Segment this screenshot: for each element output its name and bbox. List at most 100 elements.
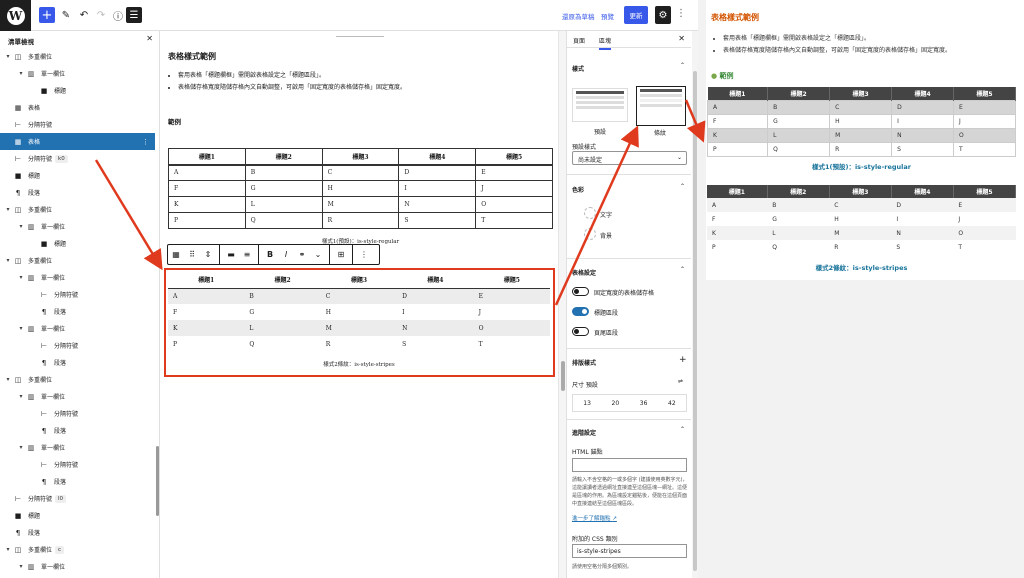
plus-icon[interactable]: + bbox=[679, 355, 687, 365]
table-header-cell[interactable]: 標題1 bbox=[707, 87, 769, 100]
chevron-down-icon[interactable]: ▾ bbox=[17, 274, 25, 281]
chevron-down-icon[interactable]: ▾ bbox=[4, 376, 12, 383]
text-align-icon[interactable]: ≡ bbox=[239, 250, 255, 259]
scrollbar-thumb[interactable] bbox=[693, 71, 697, 571]
chevron-up-icon[interactable]: ⌃ bbox=[680, 62, 685, 69]
table-cell[interactable]: T bbox=[953, 141, 1016, 157]
default-style-select[interactable]: 尚未設定 ⌄ bbox=[572, 151, 687, 165]
list-view-item[interactable]: ■ 標題 bbox=[0, 235, 155, 252]
table-cell[interactable]: N bbox=[398, 196, 477, 213]
table-cell[interactable]: D bbox=[891, 99, 955, 115]
italic-icon[interactable]: I bbox=[278, 250, 294, 259]
table-cell[interactable]: R bbox=[829, 240, 891, 254]
chevron-down-icon[interactable]: ⌄ bbox=[310, 250, 326, 259]
font-size-option[interactable]: 36 bbox=[640, 400, 648, 407]
table-cell[interactable]: B bbox=[767, 99, 831, 115]
table-cell[interactable]: O bbox=[953, 127, 1016, 143]
close-icon[interactable]: ✕ bbox=[146, 34, 153, 43]
more-options-icon[interactable]: ⋮ bbox=[356, 250, 372, 259]
font-size-option[interactable]: 13 bbox=[583, 400, 591, 407]
table-cell[interactable]: O bbox=[953, 226, 1016, 240]
table-cell[interactable]: R bbox=[829, 141, 893, 157]
color-text-label[interactable]: 文字 bbox=[600, 210, 612, 219]
style-option-stripes[interactable] bbox=[636, 86, 686, 126]
table-header-cell[interactable]: 標題2 bbox=[767, 87, 831, 100]
table-header-cell[interactable]: 標題2 bbox=[244, 148, 323, 166]
chevron-down-icon[interactable]: ▾ bbox=[17, 70, 25, 77]
list-view-item[interactable]: ▾ ◫ 多重欄位 c bbox=[0, 541, 155, 558]
table-cell[interactable]: Q bbox=[244, 212, 323, 229]
table-cell[interactable]: C bbox=[829, 198, 892, 212]
table-cell[interactable]: T bbox=[475, 212, 553, 229]
list-view-item[interactable]: ■ 標題 bbox=[0, 167, 155, 184]
info-icon[interactable]: ⓘ bbox=[110, 7, 126, 23]
chevron-down-icon[interactable]: ▾ bbox=[17, 444, 25, 451]
table-header-cell[interactable]: 標題5 bbox=[953, 87, 1016, 100]
table-icon[interactable]: ▦ bbox=[168, 250, 184, 259]
table-cell[interactable]: C bbox=[321, 164, 400, 181]
background-color-swatch[interactable] bbox=[584, 228, 596, 240]
pencil-icon[interactable]: ✎ bbox=[58, 7, 74, 23]
more-options-icon[interactable]: ⋮ bbox=[142, 138, 149, 146]
chevron-down-icon[interactable]: ▾ bbox=[17, 393, 25, 400]
list-view-item[interactable]: ▾ ◫ 多重欄位 bbox=[0, 252, 155, 269]
table-cell[interactable]: E bbox=[953, 198, 1016, 212]
table-cell[interactable]: O bbox=[475, 196, 553, 213]
font-size-option[interactable]: 42 bbox=[668, 400, 676, 407]
table-header-cell[interactable]: 標題4 bbox=[891, 185, 954, 198]
font-size-option[interactable]: 20 bbox=[612, 400, 620, 407]
table-cell[interactable]: A bbox=[707, 198, 768, 212]
table-cell[interactable]: S bbox=[891, 141, 955, 157]
edit-table-icon[interactable]: ⊞ bbox=[333, 250, 349, 259]
table-header-cell[interactable]: 標題3 bbox=[321, 148, 400, 166]
table-header-cell[interactable]: 標題1 bbox=[707, 185, 768, 198]
list-view-item[interactable]: ■ 標題 bbox=[0, 82, 155, 99]
table-cell[interactable]: N bbox=[891, 226, 954, 240]
table-cell[interactable]: H bbox=[829, 212, 891, 226]
table-cell[interactable]: T bbox=[953, 240, 1015, 254]
table-cell[interactable]: L bbox=[767, 127, 831, 143]
bold-icon[interactable]: B bbox=[262, 250, 278, 259]
table-cell[interactable]: G bbox=[244, 180, 323, 197]
example-heading[interactable]: 範例 bbox=[168, 116, 181, 126]
text-color-swatch[interactable] bbox=[584, 207, 596, 219]
revert-to-draft-link[interactable]: 還原為草稿 bbox=[562, 11, 595, 21]
table-cell[interactable]: A bbox=[168, 164, 246, 181]
list-view-item[interactable]: ▦ 表格 ⋮ bbox=[0, 133, 155, 150]
list-view-item[interactable]: ▾ ◫ 多重欄位 bbox=[0, 371, 155, 388]
table-header-cell[interactable]: 標題1 bbox=[168, 148, 246, 166]
canvas-bullet-list[interactable]: 套用表格「標題欄框」需開啟表格設定之「標題區段」。 表格儲存格寬度隨儲存格內文自… bbox=[178, 70, 406, 94]
chevron-up-icon[interactable]: ⌃ bbox=[680, 426, 685, 433]
table-cell[interactable]: P bbox=[168, 212, 246, 229]
list-view-item[interactable]: ▾ ▥ 單一欄位 bbox=[0, 269, 155, 286]
table-header-cell[interactable]: 標題2 bbox=[767, 185, 830, 198]
table-cell[interactable]: D bbox=[398, 164, 477, 181]
post-title-heading[interactable]: 表格樣式範例 bbox=[168, 51, 216, 62]
align-icon[interactable]: ▬ bbox=[223, 250, 239, 259]
table-header-cell[interactable]: 標題5 bbox=[953, 185, 1017, 198]
list-view-item[interactable]: ¶ 段落 bbox=[0, 524, 155, 541]
table-cell[interactable]: P bbox=[707, 240, 767, 254]
list-view-item[interactable]: ⊢ 分隔符號 bbox=[0, 456, 155, 473]
list-view-item[interactable]: ¶ 段落 bbox=[0, 473, 155, 490]
list-view-item[interactable]: ⊢ 分隔符號 bbox=[0, 405, 155, 422]
chevron-up-icon[interactable]: ⌃ bbox=[680, 183, 685, 190]
table-cell[interactable]: I bbox=[891, 113, 955, 129]
table-cell[interactable]: I bbox=[891, 212, 953, 226]
table-cell[interactable]: A bbox=[706, 99, 769, 115]
table-cell[interactable]: H bbox=[321, 180, 400, 197]
regular-style-table[interactable]: 標題1 標題2 標題3 標題4 標題5 ABCDEFGHIJKLMNOPQRST bbox=[168, 148, 553, 229]
list-view-item[interactable]: ▾ ▥ 單一欄位 bbox=[0, 218, 155, 235]
drag-handle-icon[interactable]: ⠿ bbox=[184, 250, 200, 259]
fixed-width-toggle[interactable] bbox=[572, 287, 589, 296]
list-view-item[interactable]: ▾ ▥ 單一欄位 bbox=[0, 320, 155, 337]
scrollbar-thumb[interactable] bbox=[561, 361, 565, 391]
block-inserter-button[interactable]: + bbox=[39, 7, 55, 23]
table-cell[interactable]: L bbox=[244, 196, 323, 213]
table-cell[interactable]: F bbox=[707, 212, 767, 226]
sliders-icon[interactable]: ⇌ bbox=[678, 378, 683, 385]
table-cell[interactable]: G bbox=[767, 212, 829, 226]
list-view-item[interactable]: ▾ ◫ 多重欄位 bbox=[0, 48, 155, 65]
wordpress-logo-button[interactable]: W bbox=[0, 0, 31, 31]
table-cell[interactable]: M bbox=[829, 226, 892, 240]
